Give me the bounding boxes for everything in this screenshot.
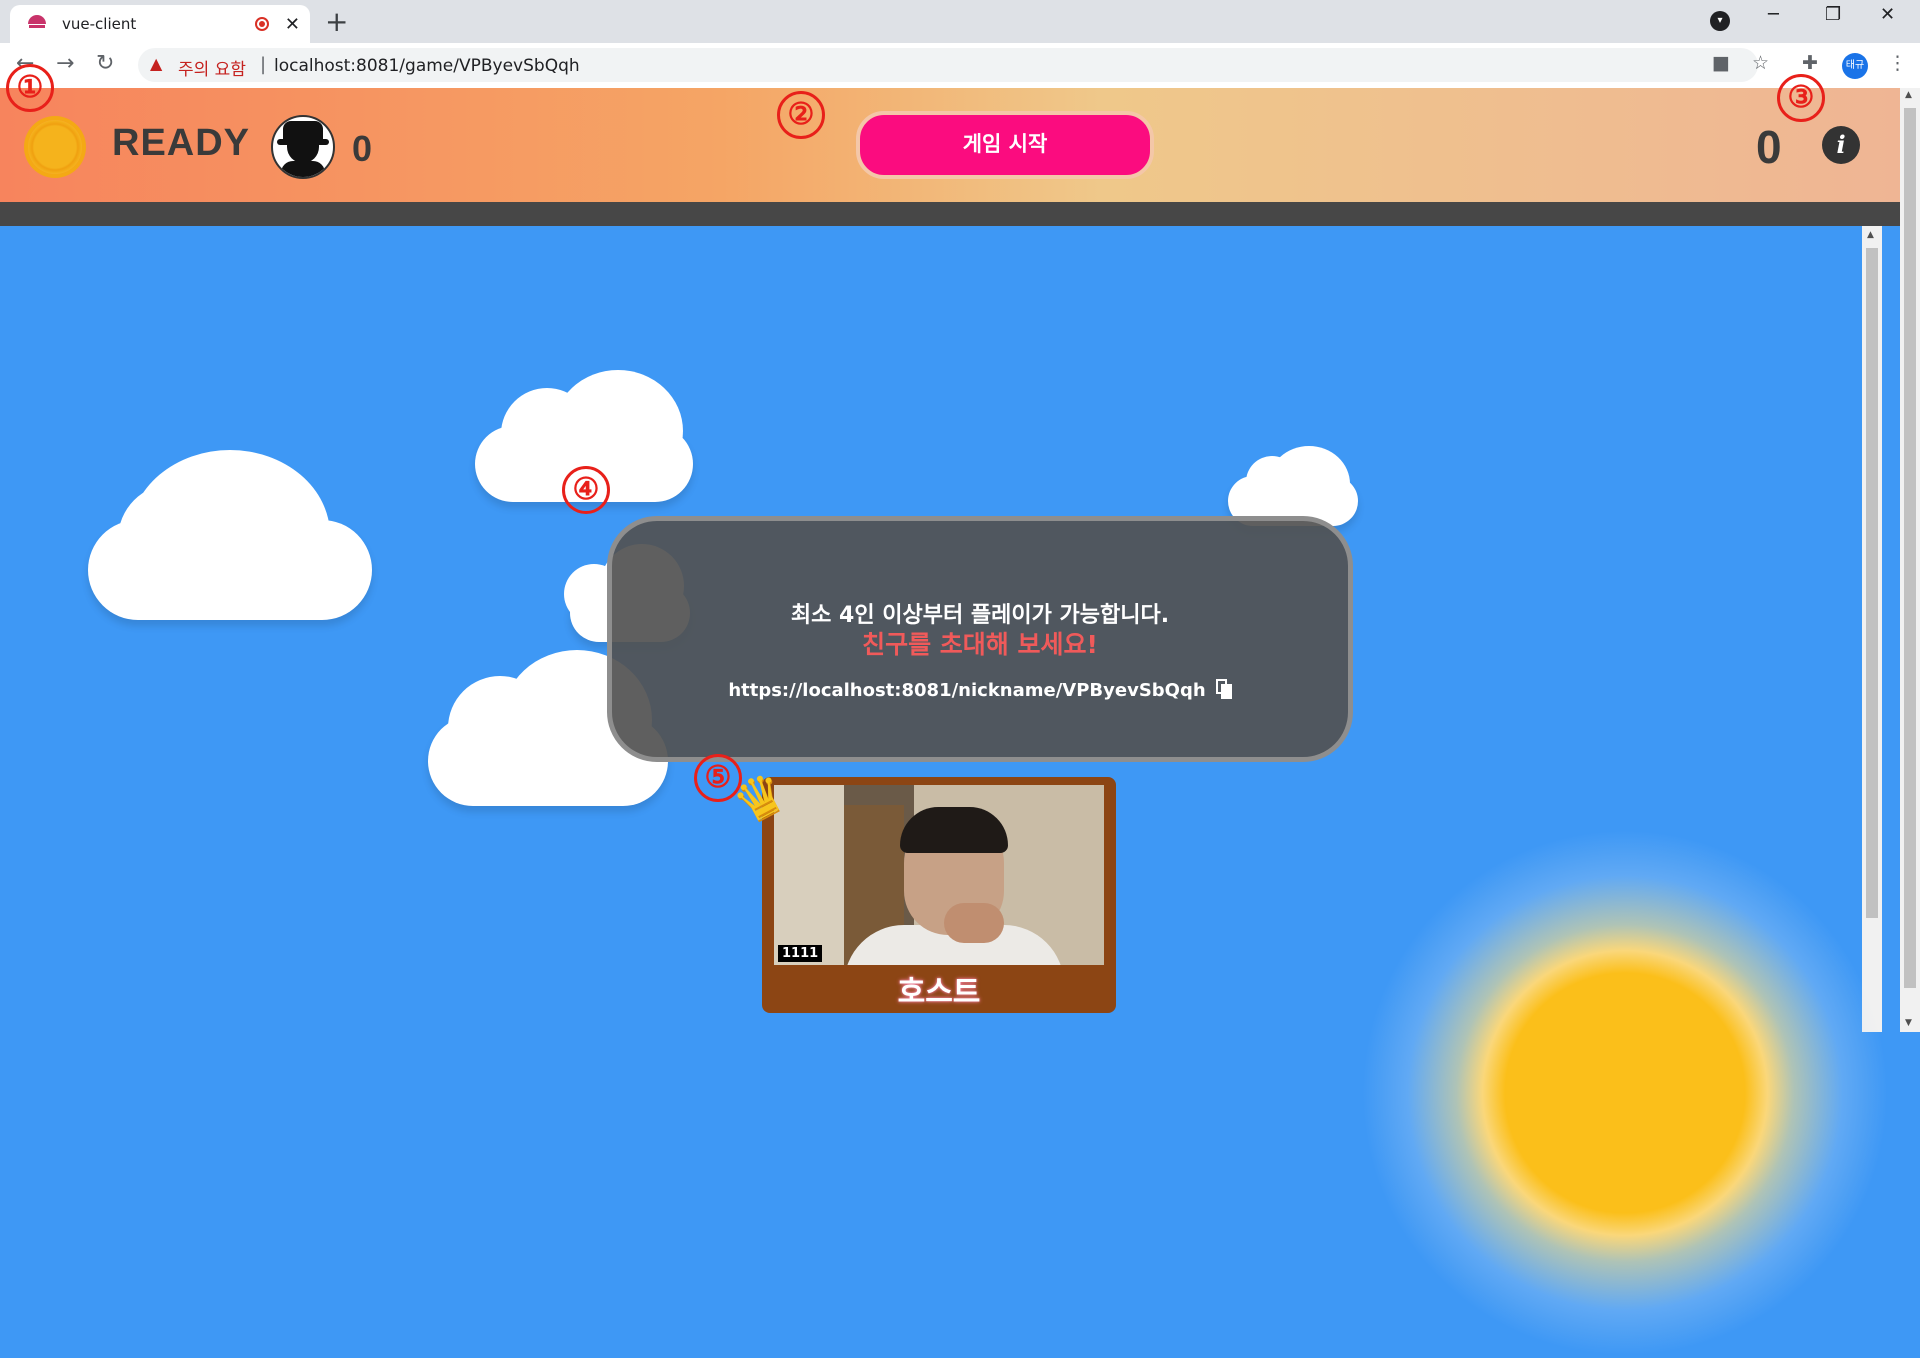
address-separator: | — [260, 54, 267, 75]
invite-link-row: https://localhost:8081/nickname/VPByevSb… — [612, 679, 1348, 701]
page-scroll-thumb[interactable] — [1904, 108, 1916, 988]
invite-modal: 최소 4인 이상부터 플레이가 가능합니다. 친구를 초대해 보세요! http… — [607, 516, 1353, 762]
tab-title: vue-client — [62, 15, 137, 33]
menu-icon[interactable]: ⋮ — [1888, 52, 1907, 74]
game-scroll-thumb[interactable] — [1866, 248, 1878, 918]
spy-icon — [271, 115, 335, 179]
cloud — [88, 450, 372, 620]
scroll-down-icon[interactable]: ▼ — [1905, 1018, 1912, 1028]
annotation-marker-1: ① — [6, 64, 54, 112]
tab-close-button[interactable]: ✕ — [285, 14, 300, 35]
sun-icon — [28, 120, 82, 174]
round-count: 0 — [1756, 121, 1782, 173]
warning-icon[interactable]: ▲ — [150, 54, 162, 73]
minimize-button[interactable]: ─ — [1768, 4, 1779, 25]
game-header: READY 0 게임 시작 0 i — [0, 88, 1900, 202]
star-icon[interactable]: ☆ — [1752, 52, 1769, 74]
browser-tab[interactable]: vue-client ✕ — [10, 5, 310, 43]
extensions-icon[interactable]: ✚ — [1802, 52, 1818, 74]
annotation-marker-5: ⑤ — [694, 754, 742, 802]
player-name: 호스트 — [897, 975, 981, 1010]
restore-button[interactable]: ❐ — [1825, 4, 1841, 25]
new-tab-button[interactable]: + — [325, 5, 348, 38]
forward-icon[interactable]: → — [56, 51, 74, 76]
browser-tabstrip: vue-client ✕ + ▾ ─ ❐ ✕ — [0, 0, 1920, 43]
page-scrollbar[interactable]: ▲ ▼ — [1900, 88, 1920, 1032]
url-text[interactable]: localhost:8081/game/VPByevSbQqh — [274, 56, 580, 76]
annotation-marker-3: ③ — [1777, 74, 1825, 122]
spy-favicon-icon — [26, 13, 48, 35]
info-icon[interactable]: i — [1822, 126, 1860, 164]
video-id-tag: 1111 — [778, 945, 823, 962]
address-bar[interactable]: ▲ 주의 요함 | localhost:8081/game/VPByevSbQq… — [138, 48, 1758, 82]
security-warning[interactable]: 주의 요함 — [178, 55, 246, 80]
tab-search-icon[interactable]: ▾ — [1710, 11, 1730, 31]
header-divider — [0, 202, 1900, 226]
invite-prompt: 친구를 초대해 보세요! — [862, 630, 1098, 659]
invite-link[interactable]: https://localhost:8081/nickname/VPByevSb… — [728, 680, 1205, 701]
scroll-up-icon[interactable]: ▲ — [1905, 90, 1912, 100]
spy-count: 0 — [352, 128, 373, 169]
start-game-button[interactable]: 게임 시작 — [856, 111, 1154, 179]
recording-icon — [254, 17, 269, 31]
camera-icon[interactable]: ■ — [1712, 52, 1730, 74]
reload-icon[interactable]: ↻ — [96, 51, 114, 76]
window-close-button[interactable]: ✕ — [1880, 4, 1895, 25]
profile-avatar[interactable]: 태규 — [1842, 53, 1868, 79]
browser-toolbar: ← → ↻ ▲ 주의 요함 | localhost:8081/game/VPBy… — [0, 43, 1920, 89]
player-card: 1111 호스트 — [762, 777, 1116, 1013]
game-scrollbar[interactable]: ▲ — [1862, 226, 1882, 1032]
scroll-up-icon[interactable]: ▲ — [1867, 230, 1874, 240]
annotation-marker-2: ② — [777, 91, 825, 139]
copy-icon[interactable] — [1215, 679, 1232, 699]
game-phase: READY — [112, 122, 251, 164]
annotation-marker-4: ④ — [562, 466, 610, 514]
sun-graphic — [1360, 828, 1890, 1358]
webcam-video: 1111 — [774, 785, 1104, 965]
